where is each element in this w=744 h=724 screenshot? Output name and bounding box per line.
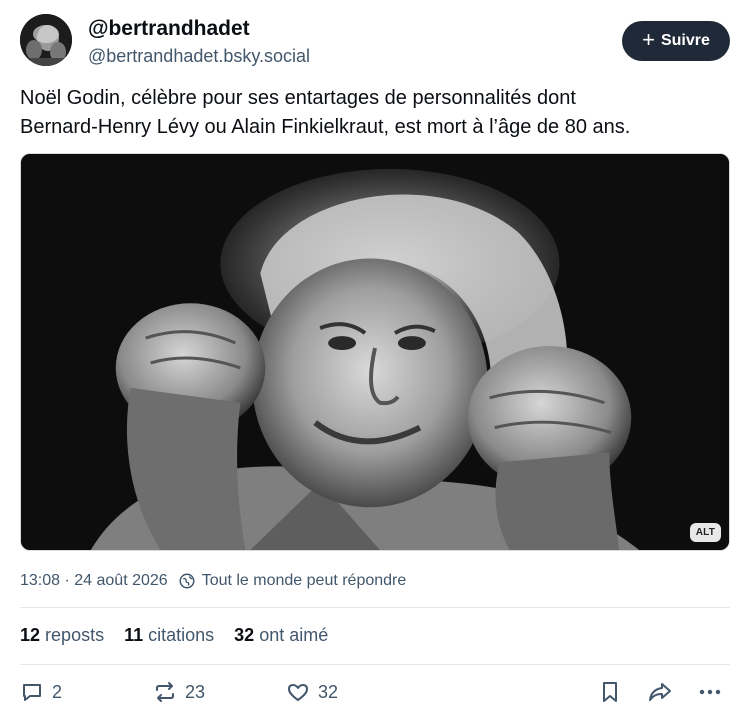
post-text: Noël Godin, célèbre pour ses entartages … (20, 84, 724, 142)
post-image[interactable]: ALT (20, 153, 730, 551)
share-button[interactable] (648, 680, 672, 704)
author-names: @bertrandhadet @bertrandhadet.bsky.socia… (88, 16, 310, 68)
globe-icon (179, 573, 195, 589)
follow-button-label: Suivre (660, 32, 710, 49)
like-button[interactable]: 32 (286, 680, 338, 704)
more-button[interactable] (698, 680, 722, 704)
alt-badge[interactable]: ALT (689, 523, 721, 542)
portrait-photo (21, 154, 729, 550)
plus-icon: + (642, 27, 655, 52)
bookmark-button[interactable] (598, 680, 622, 704)
share-icon (649, 683, 671, 701)
reply-count: 2 (52, 681, 63, 702)
post-actions: 2 23 32 (20, 680, 730, 710)
comment-icon (23, 684, 41, 701)
post-text-line: Noël Godin, célèbre pour ses entartages … (20, 87, 576, 109)
author-handle[interactable]: @bertrandhadet.bsky.social (88, 44, 310, 68)
divider (20, 607, 730, 608)
like-count: 32 (318, 681, 339, 702)
post-header: @bertrandhadet @bertrandhadet.bsky.socia… (20, 14, 730, 70)
reply-button[interactable]: 2 (20, 680, 62, 704)
avatar[interactable] (20, 14, 72, 66)
heart-icon (288, 684, 308, 701)
repost-icon (156, 682, 174, 702)
divider (20, 664, 730, 665)
bookmark-icon (603, 682, 617, 702)
stat-likes[interactable]: 32 ont aimé (234, 625, 328, 646)
post-stats: 12 reposts 11 citations 32 ont aimé (20, 625, 328, 646)
post-meta: 13:08 · 24 août 2026 Tout le monde peut … (20, 572, 406, 590)
author-display-name[interactable]: @bertrandhadet (88, 16, 310, 42)
reply-setting-text: Tout le monde peut répondre (201, 572, 407, 589)
repost-count: 23 (185, 681, 206, 702)
stat-reposts[interactable]: 12 reposts (20, 625, 104, 646)
more-icon (699, 689, 721, 695)
follow-button[interactable]: + Suivre (622, 21, 730, 61)
post-text-line: Bernard-Henry Lévy ou Alain Finkielkraut… (20, 116, 631, 138)
post-timestamp[interactable]: 13:08 · 24 août 2026 (20, 572, 168, 590)
stat-quotes[interactable]: 11 citations (124, 625, 214, 646)
repost-button[interactable]: 23 (153, 680, 205, 704)
